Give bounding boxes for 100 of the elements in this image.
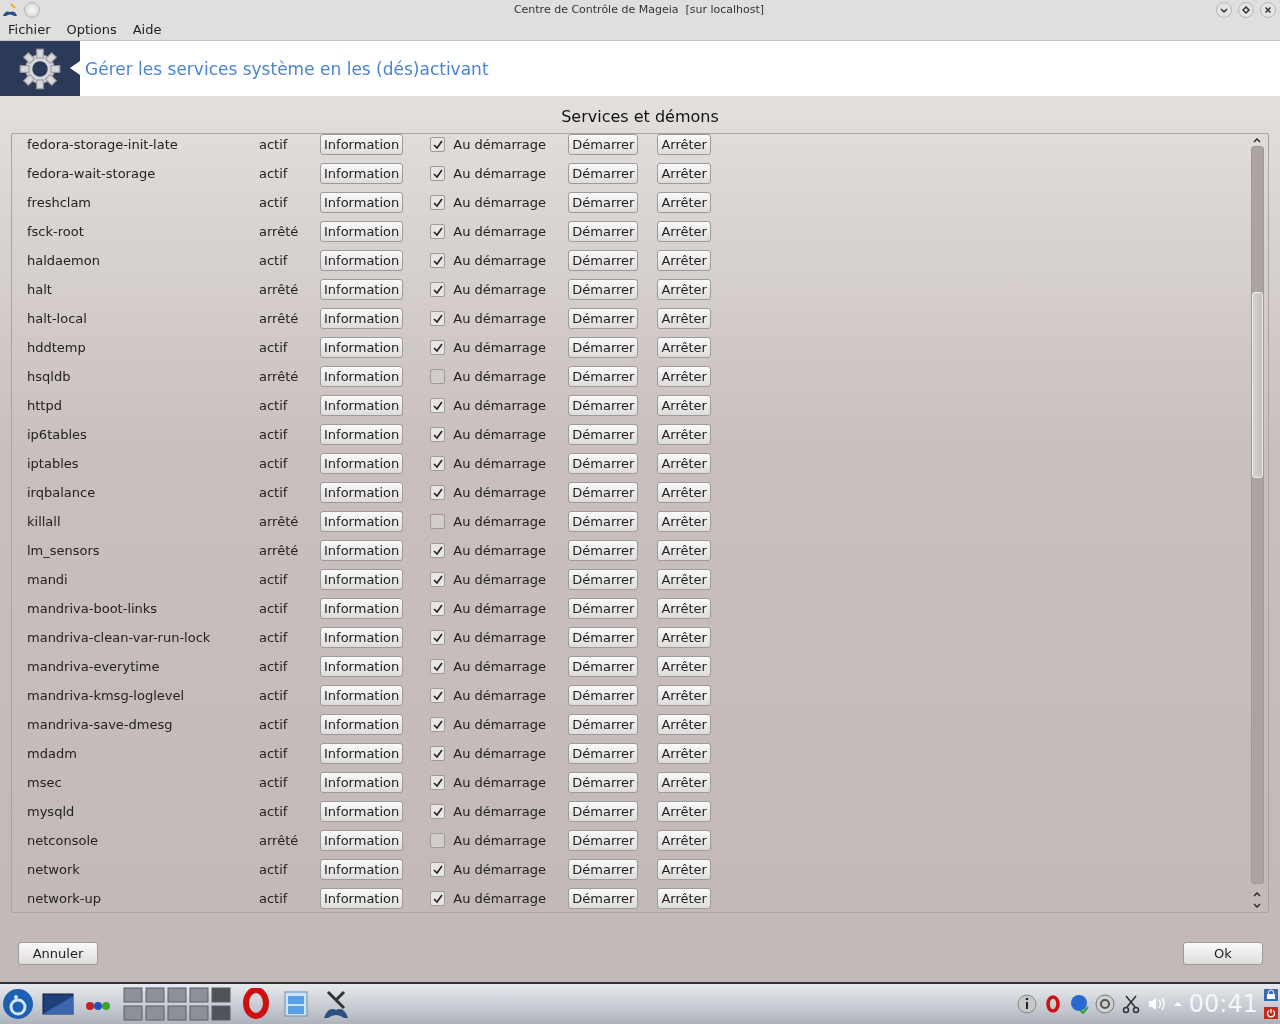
start-button[interactable]: Démarrer <box>568 482 639 503</box>
stop-button[interactable]: Arrêter <box>657 279 711 300</box>
checkbox-label[interactable]: Au démarrage <box>453 340 547 355</box>
stop-button[interactable]: Arrêter <box>657 888 711 909</box>
stop-button[interactable]: Arrêter <box>657 627 711 648</box>
checkbox-label[interactable]: Au démarrage <box>453 572 547 587</box>
checkbox[interactable] <box>430 862 446 877</box>
checkbox-label[interactable]: Au démarrage <box>453 717 547 732</box>
checkbox[interactable] <box>430 398 446 413</box>
start-button[interactable]: Démarrer <box>568 888 639 909</box>
stop-button[interactable]: Arrêter <box>657 482 711 503</box>
close-button[interactable] <box>1260 1 1276 18</box>
info-icon[interactable] <box>1016 994 1037 1014</box>
checkbox-label[interactable]: Au démarrage <box>453 833 547 848</box>
information-button[interactable]: Information <box>320 859 404 880</box>
checkbox[interactable] <box>430 601 446 616</box>
checkbox[interactable] <box>430 340 446 355</box>
checkbox[interactable] <box>430 282 446 297</box>
o-logo-icon[interactable] <box>240 988 272 1020</box>
start-button[interactable]: Démarrer <box>568 308 639 329</box>
stop-button[interactable]: Arrêter <box>657 511 711 532</box>
checkbox[interactable] <box>430 253 446 268</box>
checkbox-label[interactable]: Au démarrage <box>453 601 547 616</box>
start-button[interactable]: Démarrer <box>568 279 639 300</box>
information-button[interactable]: Information <box>320 656 404 677</box>
checkbox-label[interactable]: Au démarrage <box>453 688 547 703</box>
information-button[interactable]: Information <box>320 424 404 445</box>
checkbox[interactable] <box>430 166 446 181</box>
stop-button[interactable]: Arrêter <box>657 685 711 706</box>
start-button[interactable]: Démarrer <box>568 192 639 213</box>
globe-icon[interactable] <box>1068 994 1089 1014</box>
lock-icon[interactable] <box>1264 987 1278 1003</box>
start-button[interactable]: Démarrer <box>568 250 639 271</box>
stop-button[interactable]: Arrêter <box>657 424 711 445</box>
scroll-up-icon[interactable] <box>1252 136 1262 144</box>
checkbox-label[interactable]: Au démarrage <box>453 456 547 471</box>
information-button[interactable]: Information <box>320 569 404 590</box>
checkbox-label[interactable]: Au démarrage <box>453 224 547 239</box>
checkbox[interactable] <box>430 833 446 848</box>
checkbox[interactable] <box>430 485 446 500</box>
checkbox[interactable] <box>430 195 446 210</box>
stop-button[interactable]: Arrêter <box>657 569 711 590</box>
checkbox-label[interactable]: Au démarrage <box>453 630 547 645</box>
power-icon[interactable] <box>1264 1005 1278 1021</box>
checkbox-label[interactable]: Au démarrage <box>453 543 547 558</box>
checkbox[interactable] <box>430 630 446 645</box>
stop-button[interactable]: Arrêter <box>657 743 711 764</box>
information-button[interactable]: Information <box>320 772 404 793</box>
checkbox-label[interactable]: Au démarrage <box>453 427 547 442</box>
checkbox-label[interactable]: Au démarrage <box>453 398 547 413</box>
checkbox[interactable] <box>430 543 446 558</box>
information-button[interactable]: Information <box>320 511 404 532</box>
stop-button[interactable]: Arrêter <box>657 714 711 735</box>
information-button[interactable]: Information <box>320 598 404 619</box>
checkbox[interactable] <box>430 311 446 326</box>
scissors-icon[interactable] <box>1120 994 1141 1014</box>
checkbox-label[interactable]: Au démarrage <box>453 311 547 326</box>
checkbox-label[interactable]: Au démarrage <box>453 514 547 529</box>
checkbox[interactable] <box>430 717 446 732</box>
information-button[interactable]: Information <box>320 714 404 735</box>
information-button[interactable]: Information <box>320 482 404 503</box>
checkbox[interactable] <box>430 688 446 703</box>
checkbox[interactable] <box>430 804 446 819</box>
information-button[interactable]: Information <box>320 453 404 474</box>
checkbox-label[interactable]: Au démarrage <box>453 862 547 877</box>
stop-button[interactable]: Arrêter <box>657 830 711 851</box>
checkbox-label[interactable]: Au démarrage <box>453 195 547 210</box>
checkbox[interactable] <box>430 572 446 587</box>
checkbox-label[interactable]: Au démarrage <box>453 137 547 152</box>
menu-item[interactable]: Options <box>66 22 117 37</box>
checkbox-label[interactable]: Au démarrage <box>453 746 547 761</box>
start-button[interactable]: Démarrer <box>568 540 639 561</box>
stop-button[interactable]: Arrêter <box>657 656 711 677</box>
information-button[interactable]: Information <box>320 192 404 213</box>
information-button[interactable]: Information <box>320 685 404 706</box>
stop-button[interactable]: Arrêter <box>657 366 711 387</box>
start-menu-icon[interactable] <box>2 988 34 1020</box>
checkbox-label[interactable]: Au démarrage <box>453 253 547 268</box>
start-button[interactable]: Démarrer <box>568 569 639 590</box>
information-button[interactable]: Information <box>320 163 404 184</box>
stop-button[interactable]: Arrêter <box>657 395 711 416</box>
stop-button[interactable]: Arrêter <box>657 250 711 271</box>
stop-button[interactable]: Arrêter <box>657 598 711 619</box>
start-button[interactable]: Démarrer <box>568 134 639 155</box>
checkbox[interactable] <box>430 514 446 529</box>
stop-button[interactable]: Arrêter <box>657 453 711 474</box>
information-button[interactable]: Information <box>320 134 404 155</box>
start-button[interactable]: Démarrer <box>568 163 639 184</box>
checkbox-label[interactable]: Au démarrage <box>453 369 547 384</box>
checkbox[interactable] <box>430 224 446 239</box>
stop-button[interactable]: Arrêter <box>657 859 711 880</box>
checkbox-label[interactable]: Au démarrage <box>453 891 547 906</box>
start-button[interactable]: Démarrer <box>568 801 639 822</box>
checkbox[interactable] <box>430 891 446 906</box>
start-button[interactable]: Démarrer <box>568 685 639 706</box>
checkbox-label[interactable]: Au démarrage <box>453 282 547 297</box>
checkbox[interactable] <box>430 369 446 384</box>
start-button[interactable]: Démarrer <box>568 627 639 648</box>
information-button[interactable]: Information <box>320 627 404 648</box>
cancel-button[interactable]: Annuler <box>18 942 98 965</box>
